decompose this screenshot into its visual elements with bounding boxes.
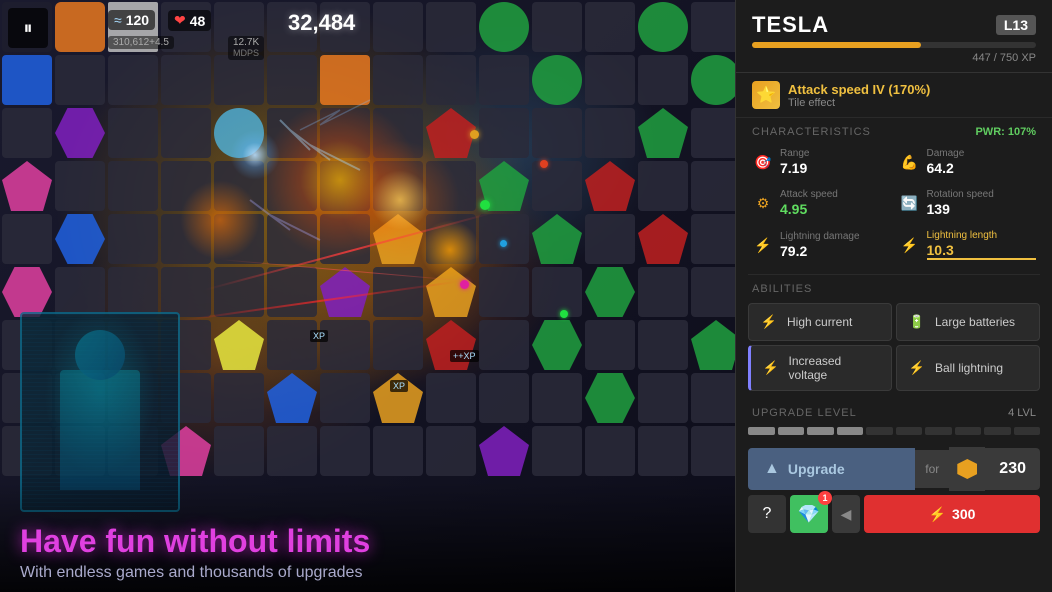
promo-title: Have fun without limits (20, 523, 715, 560)
tower-name: TESLA (752, 12, 829, 38)
xp-bar-container (752, 42, 1036, 48)
char-attack-speed: ⚙ Attack speed 4.95 (748, 183, 894, 223)
top-hud: ⏸ ≈ 120 ❤ 48 32,484 310,612+4.5 12.7K MD… (8, 8, 48, 48)
abilities-section-header: ABILITIES (736, 275, 1052, 299)
ability-ball-lightning-label: Ball lightning (935, 361, 1003, 375)
game-area: XP XP ++XP Have fun without limits With … (0, 0, 735, 592)
char-damage: 💪 Damage 64.2 (895, 142, 1041, 182)
level-badge: L13 (996, 15, 1036, 35)
upgrade-button[interactable]: ▲ Upgrade (748, 448, 915, 490)
char-lightning-damage: ⚡ Lightning damage 79.2 (748, 224, 894, 266)
ability-ball-lightning[interactable]: ⚡ Ball lightning (896, 345, 1040, 391)
panel-header: TESLA L13 447 / 750 XP (736, 0, 1052, 73)
upgrade-pips (748, 427, 1040, 435)
tile-effect-row: ⭐ Attack speed IV (170%) Tile effect (736, 73, 1052, 118)
bluetooth-cost: 300 (952, 506, 975, 522)
ability-high-current[interactable]: ⚡ High current (748, 303, 892, 341)
pip-2 (778, 427, 805, 435)
upgrade-level-text: 4 LVL (1008, 407, 1036, 419)
wave-count: 120 (126, 12, 149, 28)
char-rotation-speed: 🔄 Rotation speed 139 (895, 183, 1041, 223)
gem-button[interactable]: 💎 1 (790, 495, 828, 533)
right-panel: TESLA L13 447 / 750 XP ⭐ Attack speed IV… (735, 0, 1052, 592)
pwr-badge: PWR: 107% (975, 126, 1036, 138)
bottom-action-row: ? 💎 1 ◀ ⚡ 300 (736, 495, 1052, 541)
chars-label: CHARACTERISTICS (752, 126, 871, 138)
lightning-length-icon: ⚡ (899, 234, 921, 256)
ability-large-batteries[interactable]: 🔋 Large batteries (896, 303, 1040, 341)
coin-icon-box (949, 447, 985, 491)
lightning-damage-icon: ⚡ (752, 234, 774, 256)
xp-text: 447 / 750 XP (752, 52, 1036, 64)
attack-speed-icon: ⚙ (752, 192, 774, 214)
bluetooth-button[interactable]: ⚡ 300 (864, 495, 1040, 533)
tile-effect-text: Attack speed IV (170%) Tile effect (788, 82, 1036, 109)
pip-8 (955, 427, 982, 435)
upgrade-arrow-icon: ▲ (764, 460, 780, 478)
tile-effect-icon: ⭐ (752, 81, 780, 109)
high-current-icon: ⚡ (759, 312, 779, 332)
pip-3 (807, 427, 834, 435)
pip-4 (837, 427, 864, 435)
bluetooth-icon: ⚡ (929, 506, 946, 523)
info-button[interactable]: ? (748, 495, 786, 533)
tile-effect-name: Attack speed IV (170%) (788, 82, 1036, 97)
upgrade-level-section (736, 423, 1052, 443)
bottom-bar: Have fun without limits With endless gam… (0, 482, 735, 592)
ability-large-batteries-label: Large batteries (935, 315, 1015, 329)
abilities-grid: ⚡ High current 🔋 Large batteries ⚡ Incre… (748, 303, 1040, 391)
ability-increased-voltage-label: Increased voltage (789, 354, 881, 382)
large-batteries-icon: 🔋 (907, 312, 927, 332)
pip-6 (896, 427, 923, 435)
char-lightning-length: ⚡ Lightning length 10.3 (895, 224, 1041, 266)
char-range: 🎯 Range 7.19 (748, 142, 894, 182)
chars-section-header: CHARACTERISTICS PWR: 107% (736, 118, 1052, 142)
heart-count: 48 (190, 13, 206, 29)
pip-10 (1014, 427, 1041, 435)
ball-lightning-icon: ⚡ (907, 358, 927, 378)
increased-voltage-icon: ⚡ (761, 358, 781, 378)
upgrade-section-header: UPGRADE LEVEL 4 LVL (736, 399, 1052, 423)
pip-1 (748, 427, 775, 435)
score-display: 32,484 (288, 10, 355, 35)
abilities-label: ABILITIES (752, 283, 812, 295)
upgrade-row: ▲ Upgrade for 230 (736, 447, 1052, 491)
upgrade-button-label: Upgrade (788, 461, 845, 477)
abilities-section: ⚡ High current 🔋 Large batteries ⚡ Incre… (736, 299, 1052, 399)
prev-arrow-button[interactable]: ◀ (832, 495, 860, 533)
range-icon: 🎯 (752, 151, 774, 173)
coin-icon (957, 459, 977, 479)
rotation-speed-icon: 🔄 (899, 192, 921, 214)
gem-badge: 1 (818, 491, 832, 505)
xp-bar-fill (752, 42, 921, 48)
ability-high-current-label: High current (787, 315, 852, 329)
pip-7 (925, 427, 952, 435)
pip-5 (866, 427, 893, 435)
pip-9 (984, 427, 1011, 435)
tile-effect-sub: Tile effect (788, 97, 1036, 109)
ability-increased-voltage[interactable]: ⚡ Increased voltage (748, 345, 892, 391)
damage-icon: 💪 (899, 151, 921, 173)
for-label: for (915, 450, 949, 488)
upgrade-cost: 230 (985, 448, 1040, 490)
chars-grid: 🎯 Range 7.19 💪 Damage 64.2 ⚙ Attack spee… (736, 142, 1052, 274)
promo-subtitle: With endless games and thousands of upgr… (20, 564, 715, 582)
upgrade-label: UPGRADE LEVEL (752, 407, 857, 419)
pause-button[interactable]: ⏸ (8, 8, 48, 48)
